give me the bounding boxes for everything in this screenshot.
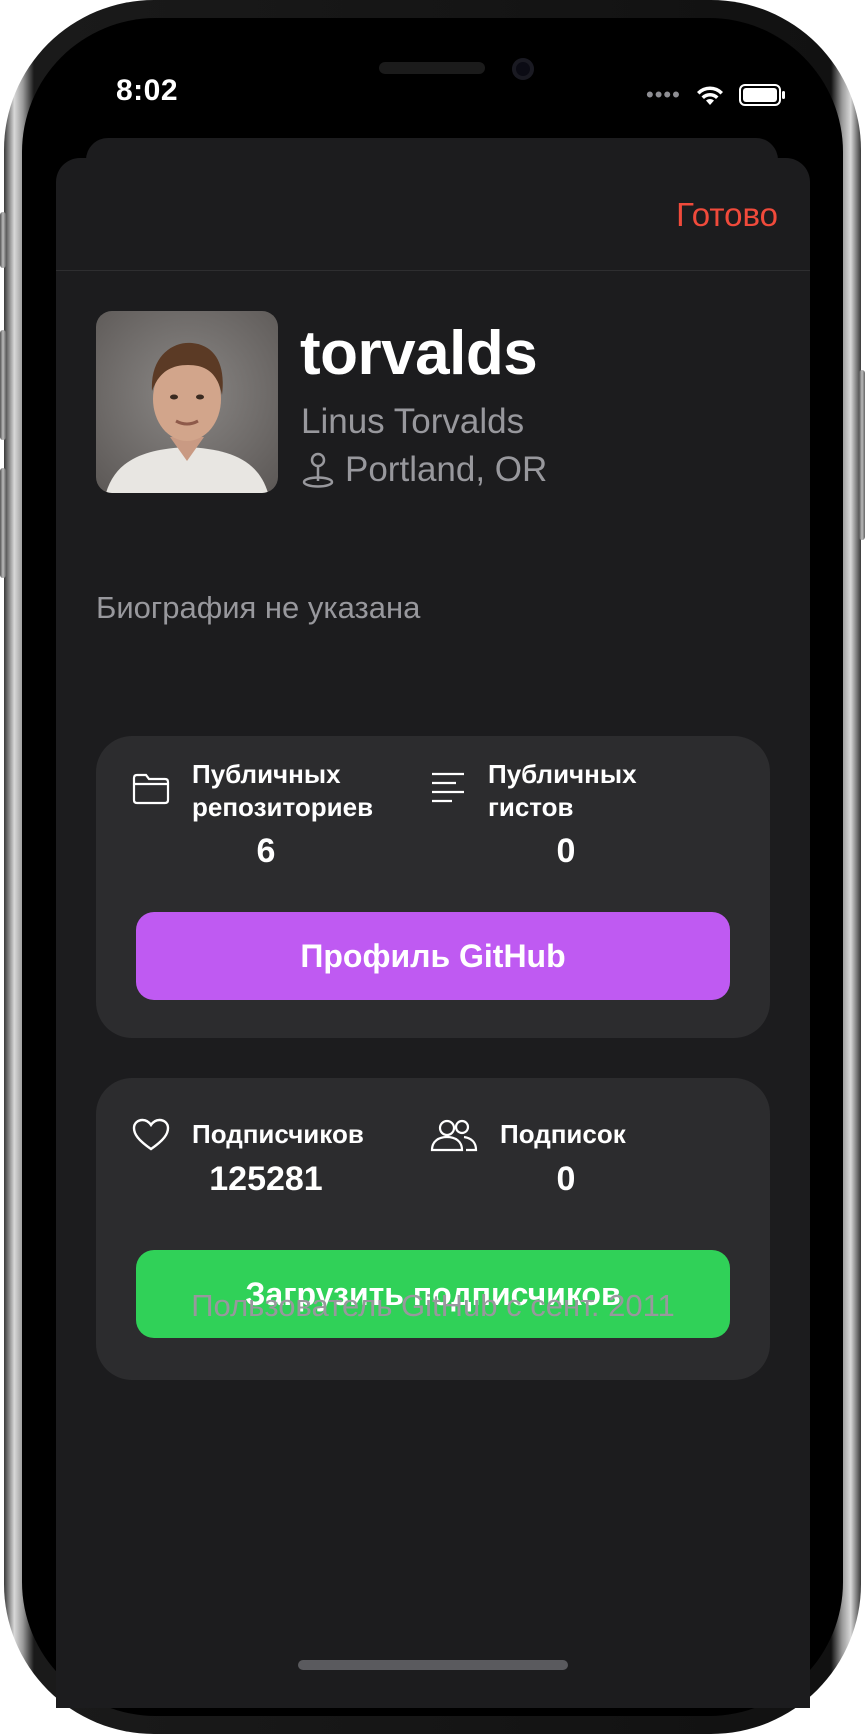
following-label: Подписок <box>500 1119 626 1149</box>
done-button[interactable]: Готово <box>676 196 778 234</box>
front-camera <box>512 58 534 80</box>
bio-text: Биография не указана <box>96 590 421 625</box>
public-gists-label: Публичных гистов <box>488 759 637 822</box>
repos-card: Публичных репозиториев 6 Публичных гисто… <box>96 736 770 1038</box>
location-row: Portland, OR <box>301 450 547 490</box>
text-lines-icon <box>432 772 464 803</box>
side-button-left-3 <box>0 468 6 578</box>
github-profile-button[interactable]: Профиль GitHub <box>136 912 730 1000</box>
username: torvalds <box>300 319 538 388</box>
side-button-right <box>859 370 865 540</box>
followers-card: Подписчиков 125281 Подписок 0 Загрузить … <box>96 1078 770 1380</box>
followers-value: 125281 <box>209 1160 323 1198</box>
user-info-sheet: Готово torvalds Linus Torvalds Portland,… <box>56 158 810 1708</box>
public-repos-value: 6 <box>256 832 276 870</box>
status-icons: •••• <box>646 82 787 108</box>
following-value: 0 <box>556 1160 576 1198</box>
public-gists-stat: Публичных гистов <box>430 758 688 824</box>
following-stat: Подписок <box>430 1118 700 1152</box>
followers-label: Подписчиков <box>192 1119 364 1149</box>
home-indicator[interactable] <box>298 1660 568 1670</box>
public-repos-label: Публичных репозиториев <box>192 759 374 822</box>
status-time: 8:02 <box>116 74 179 107</box>
heart-icon <box>132 1118 170 1151</box>
public-gists-value: 0 <box>556 832 576 870</box>
followers-stat: Подписчиков <box>132 1118 402 1152</box>
member-since-text: Пользователь GitHub с сент. 2011 <box>191 1288 675 1323</box>
avatar <box>96 311 278 493</box>
speaker <box>379 62 485 74</box>
folder-icon <box>132 773 170 805</box>
wifi-icon <box>696 86 723 105</box>
full-name: Linus Torvalds <box>301 402 525 441</box>
battery-icon <box>738 84 785 106</box>
side-button-left-1 <box>0 212 6 268</box>
public-repos-stat: Публичных репозиториев <box>132 758 402 824</box>
signal-dots-icon: •••• <box>646 82 681 107</box>
location-pin-icon <box>302 452 334 488</box>
people-icon <box>430 1119 478 1152</box>
navigation-bar: Готово <box>56 158 810 271</box>
location-text: Portland, OR <box>345 450 548 489</box>
side-button-left-2 <box>0 330 6 440</box>
